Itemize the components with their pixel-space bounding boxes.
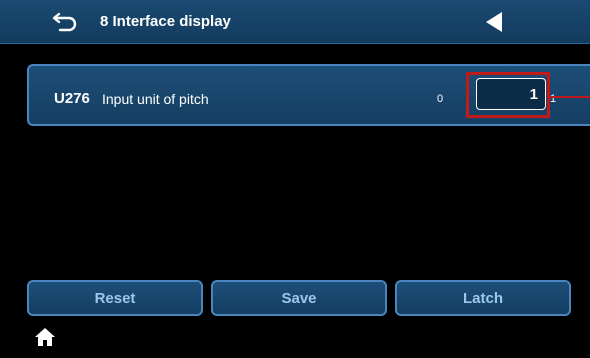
home-icon[interactable]: [34, 326, 56, 348]
header-bar: 8 Interface display: [0, 0, 590, 44]
parameter-value-input[interactable]: 1: [476, 78, 546, 110]
parameter-min-value: 0: [437, 93, 444, 105]
parameter-name: Input unit of pitch: [102, 91, 209, 107]
parameter-value: 1: [529, 86, 538, 103]
save-button[interactable]: Save: [211, 280, 387, 316]
back-arrow-icon[interactable]: [52, 12, 78, 32]
parameter-row-u276: U276 Input unit of pitch 0 1 1: [27, 64, 590, 126]
left-triangle-icon[interactable]: [484, 11, 504, 33]
latch-button[interactable]: Latch: [395, 280, 571, 316]
parameter-code: U276: [54, 90, 90, 107]
parameter-max-value: 1: [550, 93, 557, 105]
reset-button[interactable]: Reset: [27, 280, 203, 316]
page-title: 8 Interface display: [100, 13, 231, 30]
